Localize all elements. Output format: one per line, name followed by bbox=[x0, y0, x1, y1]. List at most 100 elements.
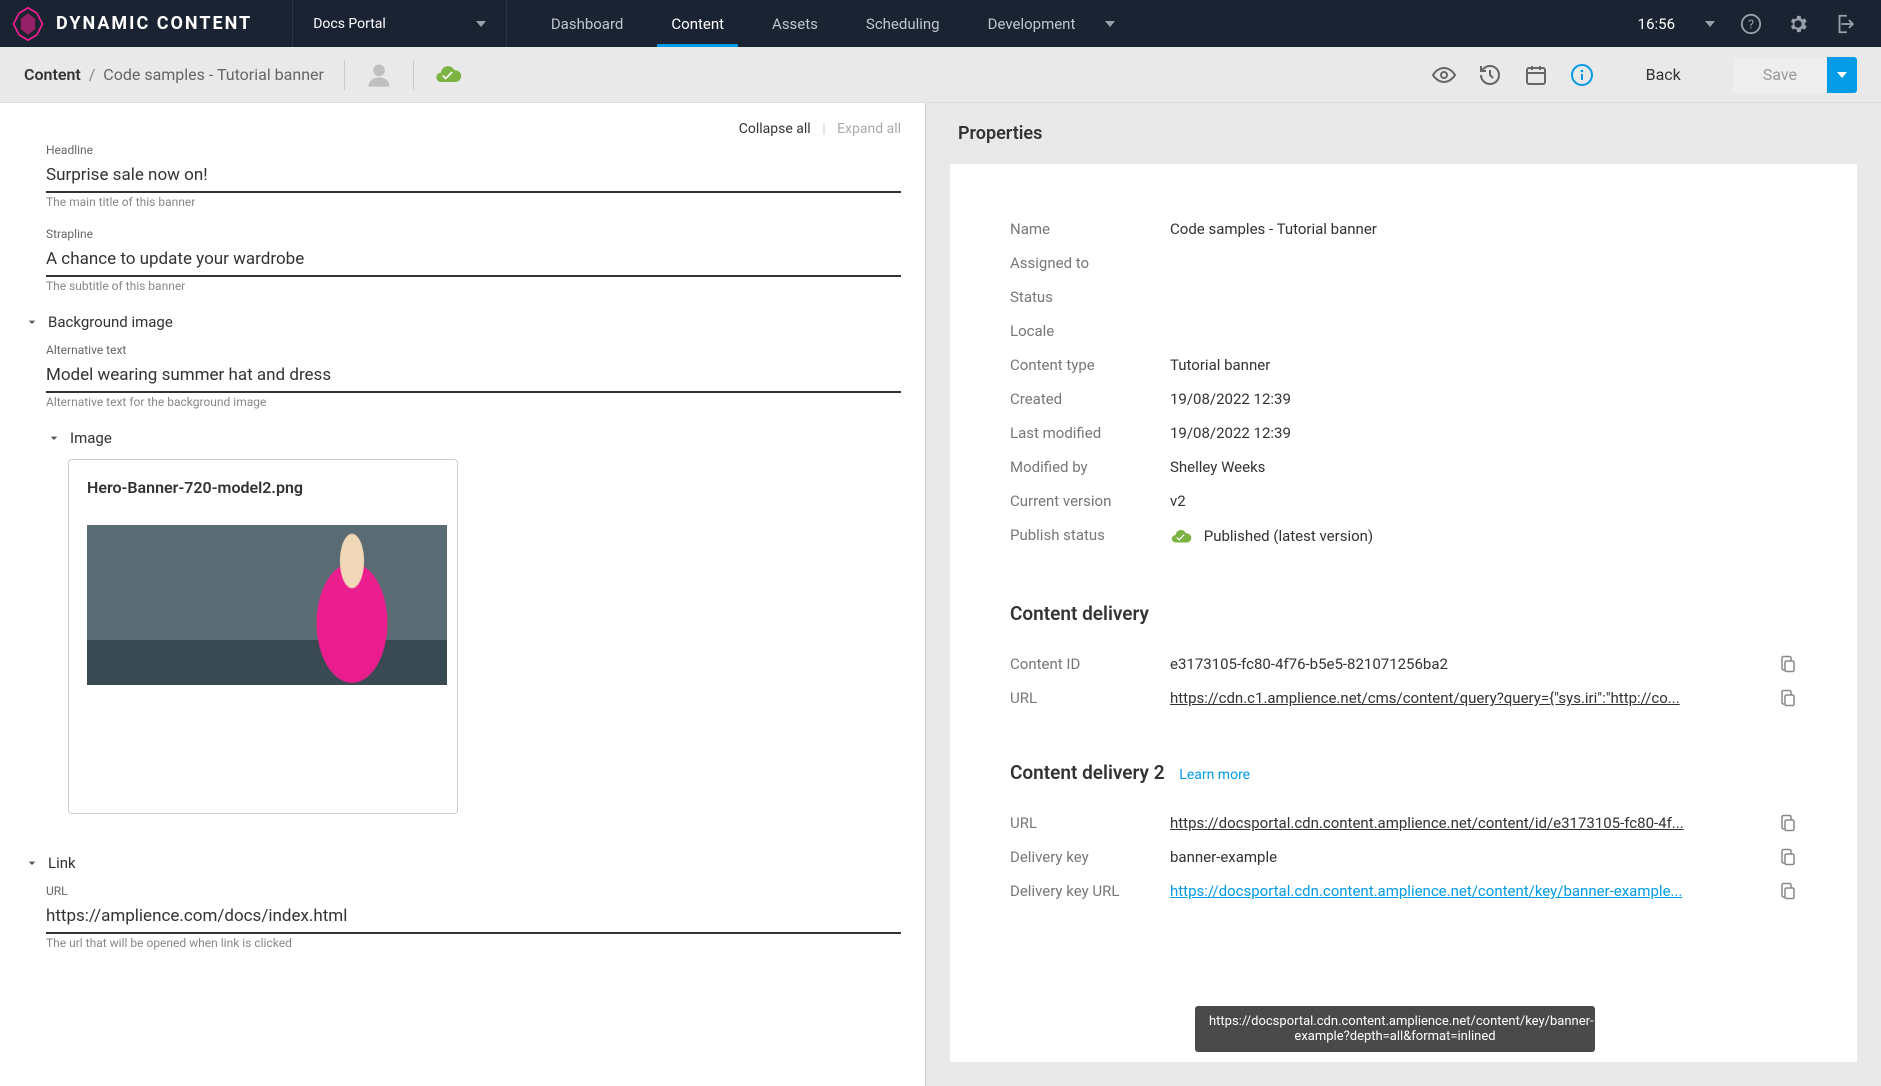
prop-label: Status bbox=[1010, 288, 1170, 306]
editor-pane: Collapse all | Expand all Headline The m… bbox=[0, 103, 926, 1086]
learn-more-link[interactable]: Learn more bbox=[1179, 767, 1250, 783]
copy-icon[interactable] bbox=[1779, 814, 1797, 832]
prop-label: URL bbox=[1010, 689, 1170, 707]
main-split: Collapse all | Expand all Headline The m… bbox=[0, 103, 1881, 1086]
cd1-url[interactable]: https://cdn.c1.amplience.net/cms/content… bbox=[1170, 689, 1767, 707]
prop-label: Content type bbox=[1010, 356, 1170, 374]
published-icon bbox=[1170, 526, 1192, 548]
properties-pane: Properties NameCode samples - Tutorial b… bbox=[926, 103, 1881, 1086]
pubstatus-text: Published (latest version) bbox=[1204, 527, 1373, 545]
portal-dropdown[interactable]: Docs Portal bbox=[292, 0, 507, 47]
cd2-dkey: banner-example bbox=[1170, 848, 1759, 866]
history-icon[interactable] bbox=[1478, 63, 1502, 87]
divider bbox=[344, 60, 345, 90]
field-url: URL The url that will be opened when lin… bbox=[46, 884, 901, 950]
prop-label: Publish status bbox=[1010, 526, 1170, 548]
copy-icon[interactable] bbox=[1779, 848, 1797, 866]
cd2-title-text: Content delivery 2 bbox=[1010, 761, 1165, 784]
strapline-input[interactable] bbox=[46, 243, 901, 277]
section-image[interactable]: Image bbox=[46, 429, 901, 447]
tab-content[interactable]: Content bbox=[647, 0, 748, 47]
image-card[interactable]: Hero-Banner-720-model2.png bbox=[68, 459, 458, 814]
prop-ctype: Tutorial banner bbox=[1170, 356, 1797, 374]
prop-label: Last modified bbox=[1010, 424, 1170, 442]
cd2-url[interactable]: https://docsportal.cdn.content.amplience… bbox=[1170, 814, 1767, 832]
chevron-down-icon bbox=[46, 430, 62, 446]
copy-icon[interactable] bbox=[1779, 882, 1797, 900]
tab-dashboard[interactable]: Dashboard bbox=[527, 0, 648, 47]
url-input[interactable] bbox=[46, 900, 901, 934]
field-hint: Alternative text for the background imag… bbox=[46, 395, 901, 409]
field-hint: The main title of this banner bbox=[46, 195, 901, 209]
save-dropdown[interactable] bbox=[1827, 57, 1857, 93]
prop-label: Modified by bbox=[1010, 458, 1170, 476]
assignee-icon[interactable] bbox=[365, 61, 393, 89]
breadcrumb-root[interactable]: Content bbox=[24, 65, 81, 84]
sub-actions: Back Save bbox=[1432, 57, 1857, 93]
field-headline: Headline The main title of this banner bbox=[24, 143, 901, 209]
calendar-icon[interactable] bbox=[1524, 63, 1548, 87]
breadcrumb-sep: / bbox=[89, 65, 96, 84]
nav-right: 16:56 ? bbox=[1638, 0, 1881, 47]
field-hint: The url that will be opened when link is… bbox=[46, 936, 901, 950]
logo-icon bbox=[10, 6, 46, 42]
chevron-down-icon bbox=[24, 314, 40, 330]
url-tooltip: https://docsportal.cdn.content.amplience… bbox=[1195, 1006, 1595, 1052]
section-link[interactable]: Link bbox=[24, 854, 901, 872]
properties-title: Properties bbox=[926, 103, 1881, 164]
prop-version: v2 bbox=[1170, 492, 1797, 510]
save-group: Save bbox=[1733, 57, 1857, 93]
info-icon[interactable] bbox=[1570, 63, 1594, 87]
alt-input[interactable] bbox=[46, 359, 901, 393]
copy-icon[interactable] bbox=[1779, 689, 1797, 707]
prop-label: Assigned to bbox=[1010, 254, 1170, 272]
prop-modified: 19/08/2022 12:39 bbox=[1170, 424, 1797, 442]
chevron-down-icon bbox=[24, 855, 40, 871]
help-icon[interactable]: ? bbox=[1740, 13, 1762, 35]
tab-development[interactable]: Development bbox=[964, 0, 1140, 47]
prop-status bbox=[1170, 288, 1797, 306]
nav-tabs: Dashboard Content Assets Scheduling Deve… bbox=[527, 0, 1140, 47]
preview-icon[interactable] bbox=[1432, 63, 1456, 87]
prop-label: Current version bbox=[1010, 492, 1170, 510]
prop-label: Content ID bbox=[1010, 655, 1170, 673]
prop-label: Delivery key URL bbox=[1010, 882, 1170, 900]
brand-label: DYNAMIC CONTENT bbox=[56, 13, 252, 34]
portal-label: Docs Portal bbox=[313, 16, 386, 32]
tab-assets[interactable]: Assets bbox=[748, 0, 842, 47]
field-label: URL bbox=[46, 884, 901, 898]
save-button: Save bbox=[1733, 57, 1827, 93]
headline-input[interactable] bbox=[46, 159, 901, 193]
breadcrumb-leaf: Code samples - Tutorial banner bbox=[103, 65, 324, 84]
logout-icon[interactable] bbox=[1834, 13, 1856, 35]
prop-label: Locale bbox=[1010, 322, 1170, 340]
chevron-down-icon bbox=[476, 21, 486, 27]
prop-created: 19/08/2022 12:39 bbox=[1170, 390, 1797, 408]
gear-icon[interactable] bbox=[1787, 13, 1809, 35]
chevron-down-icon bbox=[1105, 21, 1115, 27]
section-label: Background image bbox=[48, 313, 173, 331]
collapse-all[interactable]: Collapse all bbox=[739, 121, 811, 137]
section-background-image[interactable]: Background image bbox=[24, 313, 901, 331]
chevron-down-icon bbox=[1705, 21, 1715, 27]
time-dropdown[interactable]: 16:56 bbox=[1638, 15, 1715, 33]
field-alt: Alternative text Alternative text for th… bbox=[46, 343, 901, 409]
collapse-expand: Collapse all | Expand all bbox=[739, 121, 901, 137]
cd2-title: Content delivery 2 Learn more bbox=[1010, 761, 1797, 784]
prop-label: Created bbox=[1010, 390, 1170, 408]
prop-name: Code samples - Tutorial banner bbox=[1170, 220, 1797, 238]
tab-scheduling[interactable]: Scheduling bbox=[842, 0, 964, 47]
prop-label: Delivery key bbox=[1010, 848, 1170, 866]
publish-status-icon bbox=[434, 61, 462, 89]
svg-text:?: ? bbox=[1748, 17, 1754, 32]
back-button[interactable]: Back bbox=[1646, 65, 1681, 84]
properties-card: NameCode samples - Tutorial banner Assig… bbox=[950, 164, 1857, 1062]
time-label: 16:56 bbox=[1638, 15, 1675, 33]
prop-locale bbox=[1170, 322, 1797, 340]
prop-label: URL bbox=[1010, 814, 1170, 832]
copy-icon[interactable] bbox=[1779, 655, 1797, 673]
sub-header: Content / Code samples - Tutorial banner… bbox=[0, 47, 1881, 103]
cd2-dkeyurl[interactable]: https://docsportal.cdn.content.amplience… bbox=[1170, 882, 1767, 900]
prop-label: Name bbox=[1010, 220, 1170, 238]
image-preview bbox=[87, 525, 447, 685]
